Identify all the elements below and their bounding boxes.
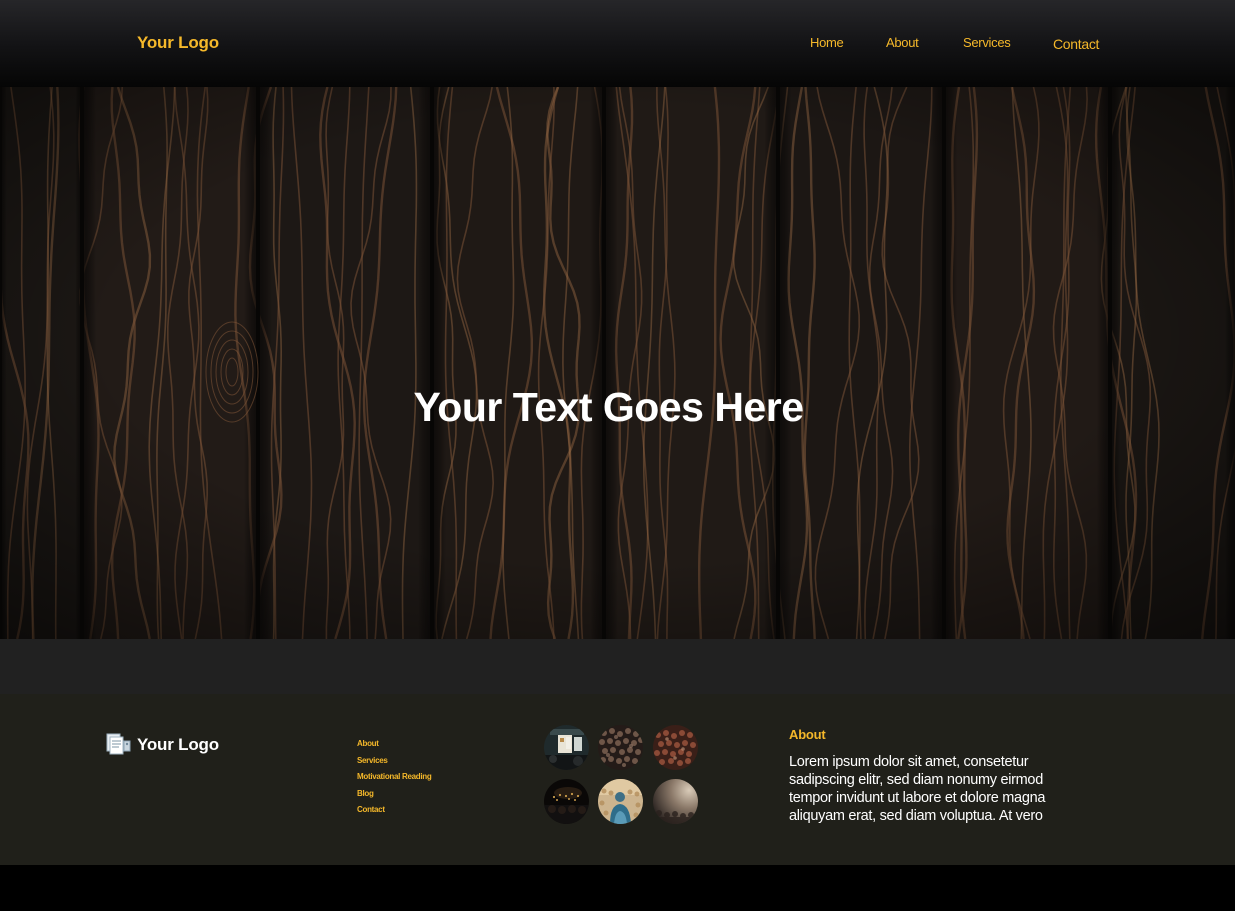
nav-link-about[interactable]: About <box>886 35 919 50</box>
footer-about-heading: About <box>789 727 826 742</box>
footer-link-motivational-reading[interactable]: Motivational Reading <box>357 772 432 789</box>
top-navbar: Your Logo Home About Services Contact <box>0 0 1235 87</box>
gallery-thumb-presentation[interactable] <box>544 725 589 770</box>
footer-links: About Services Motivational Reading Blog… <box>357 739 432 822</box>
gallery-thumb-concert[interactable] <box>544 779 589 824</box>
gallery-thumb-audience[interactable] <box>653 725 698 770</box>
footer-logo[interactable]: Your Logo <box>137 735 219 755</box>
nav-link-home[interactable]: Home <box>810 35 844 50</box>
nav-link-contact[interactable]: Contact <box>1053 36 1099 52</box>
footer-about-text: Lorem ipsum dolor sit amet, consetetur s… <box>789 754 1046 824</box>
footer-link-services[interactable]: Services <box>357 756 431 773</box>
hero-banner: Your Text Goes Here <box>0 87 1235 639</box>
section-divider-band <box>0 639 1235 694</box>
gallery-thumb-crowd[interactable] <box>598 725 643 770</box>
gallery-thumb-speaker[interactable] <box>598 779 643 824</box>
nav-link-services[interactable]: Services <box>963 35 1011 50</box>
bottom-band <box>0 865 1235 911</box>
hero-title: Your Text Goes Here <box>413 384 805 430</box>
footer-link-contact[interactable]: Contact <box>357 805 431 822</box>
footer-link-blog[interactable]: Blog <box>357 789 431 806</box>
wood-background-image <box>0 87 1235 639</box>
document-icon <box>106 733 131 755</box>
main-nav: Home About Services Contact <box>0 35 1235 55</box>
gallery-thumb-stage[interactable] <box>653 779 698 824</box>
footer-link-about[interactable]: About <box>357 739 431 756</box>
